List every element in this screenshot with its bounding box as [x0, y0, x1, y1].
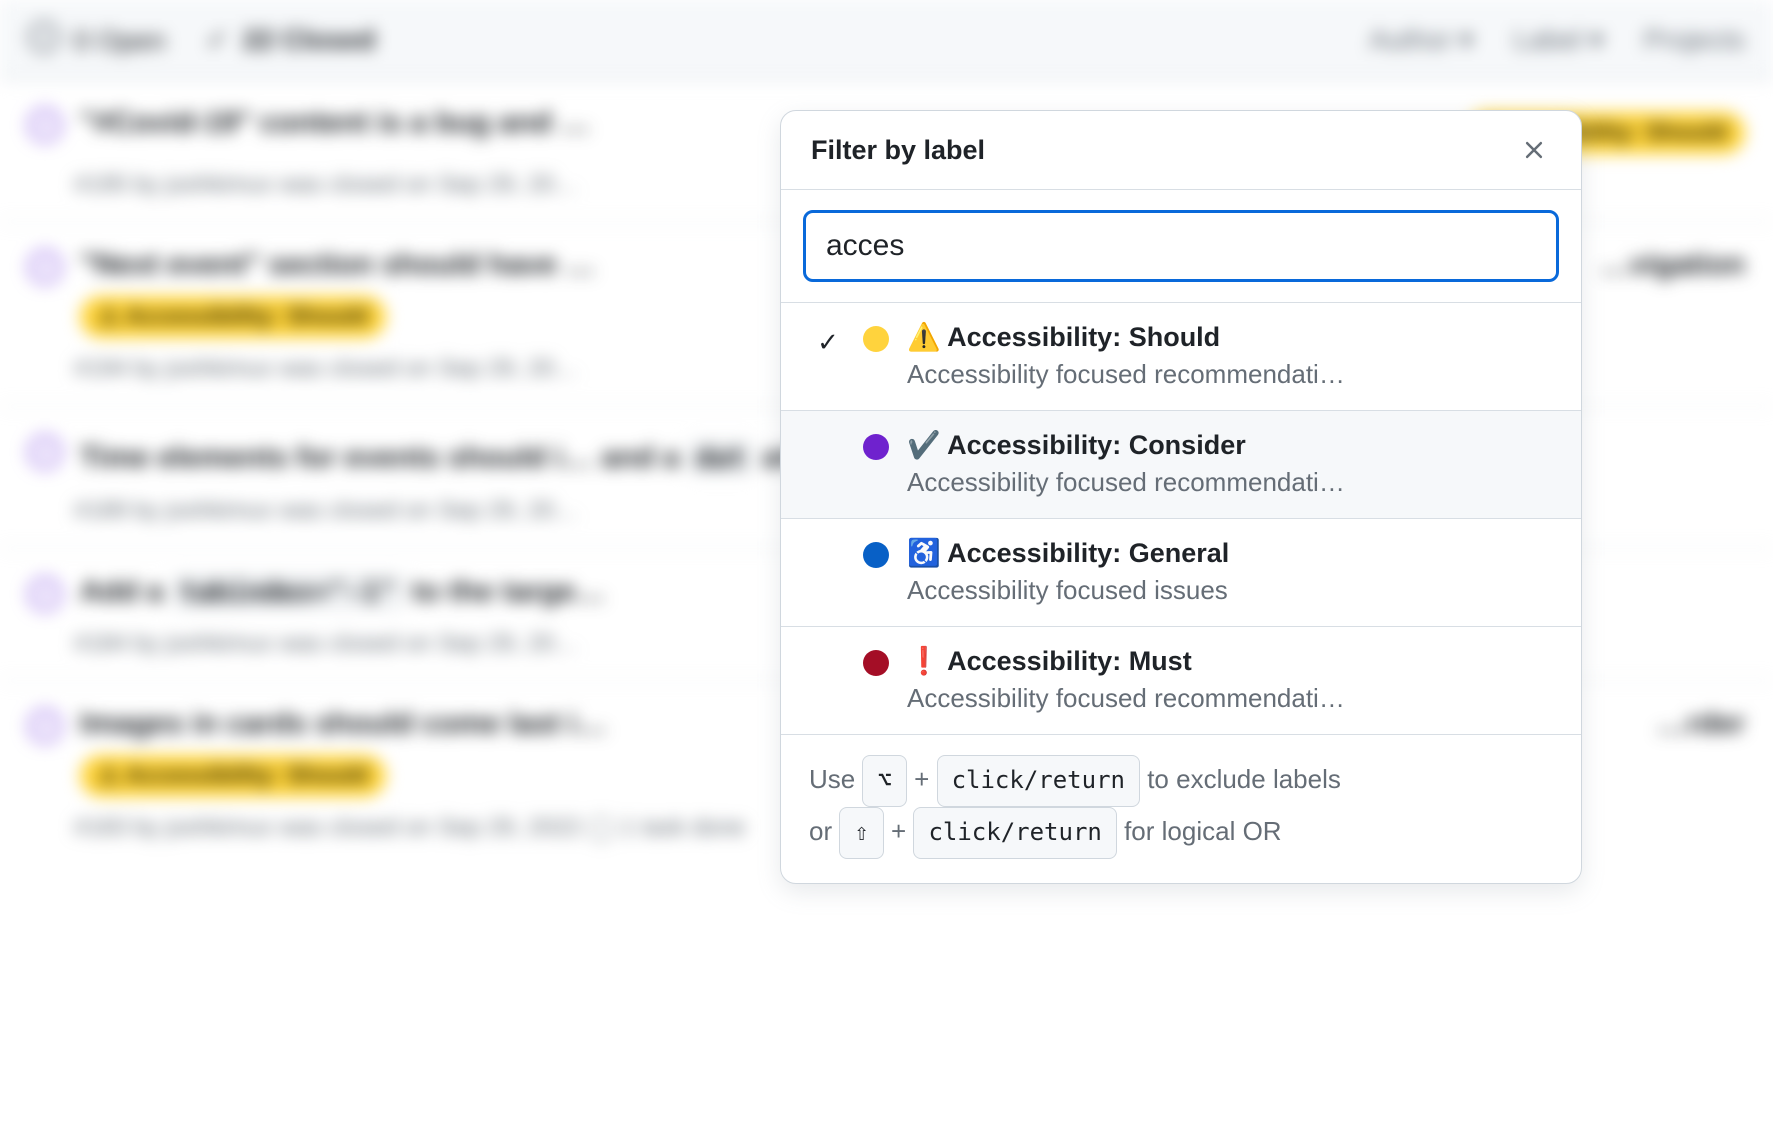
close-icon: [1523, 139, 1545, 161]
open-count: 0 Open: [74, 25, 166, 56]
label-description: Accessibility focused issues: [907, 575, 1551, 606]
color-swatch: [863, 542, 889, 568]
issue-closed-icon: [28, 577, 62, 611]
close-button[interactable]: [1517, 133, 1551, 167]
popover-header: Filter by label: [781, 111, 1581, 190]
color-swatch: [863, 326, 889, 352]
issue-title[interactable]: Images in cards should come last i…: [80, 707, 607, 740]
selected-check-icon: ✓: [811, 321, 845, 358]
issue-title[interactable]: Time elements for events should i… and a…: [80, 439, 882, 476]
issues-toolbar: 0 Open ✓ 22 Closed Author ▾ Label ▾ Proj…: [0, 0, 1773, 79]
label-description: Accessibility focused recommendati…: [907, 683, 1551, 714]
label-description: Accessibility focused recommendati…: [907, 467, 1551, 498]
selected-check-placeholder: [811, 645, 845, 651]
label-name: ⚠️ Accessibility: Should: [907, 321, 1551, 353]
label-option[interactable]: ❗ Accessibility: Must Accessibility focus…: [781, 627, 1581, 735]
label-pill[interactable]: ⚠ Accessibility: Should: [80, 755, 386, 797]
filter-projects[interactable]: Projects: [1644, 20, 1745, 59]
label-description: Accessibility focused recommendati…: [907, 359, 1551, 390]
issue-closed-icon: [28, 435, 62, 469]
issue-title[interactable]: Add a tabindex="-1" to the targe…: [80, 573, 605, 610]
issue-closed-icon: [28, 250, 62, 284]
issue-open-icon: [28, 21, 60, 53]
label-option[interactable]: ✓ ⚠️ Accessibility: Should Accessibility f…: [781, 303, 1581, 411]
label-name: ♿ Accessibility: General: [907, 537, 1551, 569]
key-option: ⌥: [862, 755, 906, 807]
popover-title: Filter by label: [811, 135, 985, 166]
closed-tab[interactable]: ✓ 22 Closed: [206, 20, 376, 59]
label-option[interactable]: ✔️ Accessibility: Consider Accessibility …: [781, 411, 1581, 519]
key-shift: ⇧: [839, 807, 883, 859]
key-click-return: click/return: [937, 755, 1140, 807]
filter-by-label-popover: Filter by label ✓ ⚠️ Accessibility: Shoul…: [780, 110, 1582, 884]
filter-author[interactable]: Author ▾: [1369, 20, 1473, 59]
filter-label[interactable]: Label ▾: [1513, 20, 1603, 59]
popover-footer-hint: Use ⌥ + click/return to exclude labels o…: [781, 735, 1581, 883]
label-option[interactable]: ♿ Accessibility: General Accessibility fo…: [781, 519, 1581, 627]
color-swatch: [863, 650, 889, 676]
check-icon: ✓: [206, 24, 229, 55]
label-name: ❗ Accessibility: Must: [907, 645, 1551, 677]
selected-check-placeholder: [811, 429, 845, 435]
label-name: ✔️ Accessibility: Consider: [907, 429, 1551, 461]
label-pill[interactable]: ⚠ Accessibility: Should: [80, 296, 386, 338]
issue-title[interactable]: "#Covid-19" content is a bug and …: [80, 106, 590, 139]
issue-title[interactable]: "Next event" section should have …: [80, 248, 595, 281]
key-click-return-2: click/return: [913, 807, 1116, 859]
label-search-input[interactable]: [803, 210, 1559, 282]
label-option-list: ✓ ⚠️ Accessibility: Should Accessibility f…: [781, 302, 1581, 735]
issue-closed-icon: [28, 108, 62, 142]
selected-check-placeholder: [811, 537, 845, 543]
open-tab[interactable]: 0 Open: [28, 18, 166, 60]
color-swatch: [863, 434, 889, 460]
issue-closed-icon: [28, 709, 62, 743]
closed-count: 22 Closed: [243, 24, 375, 55]
